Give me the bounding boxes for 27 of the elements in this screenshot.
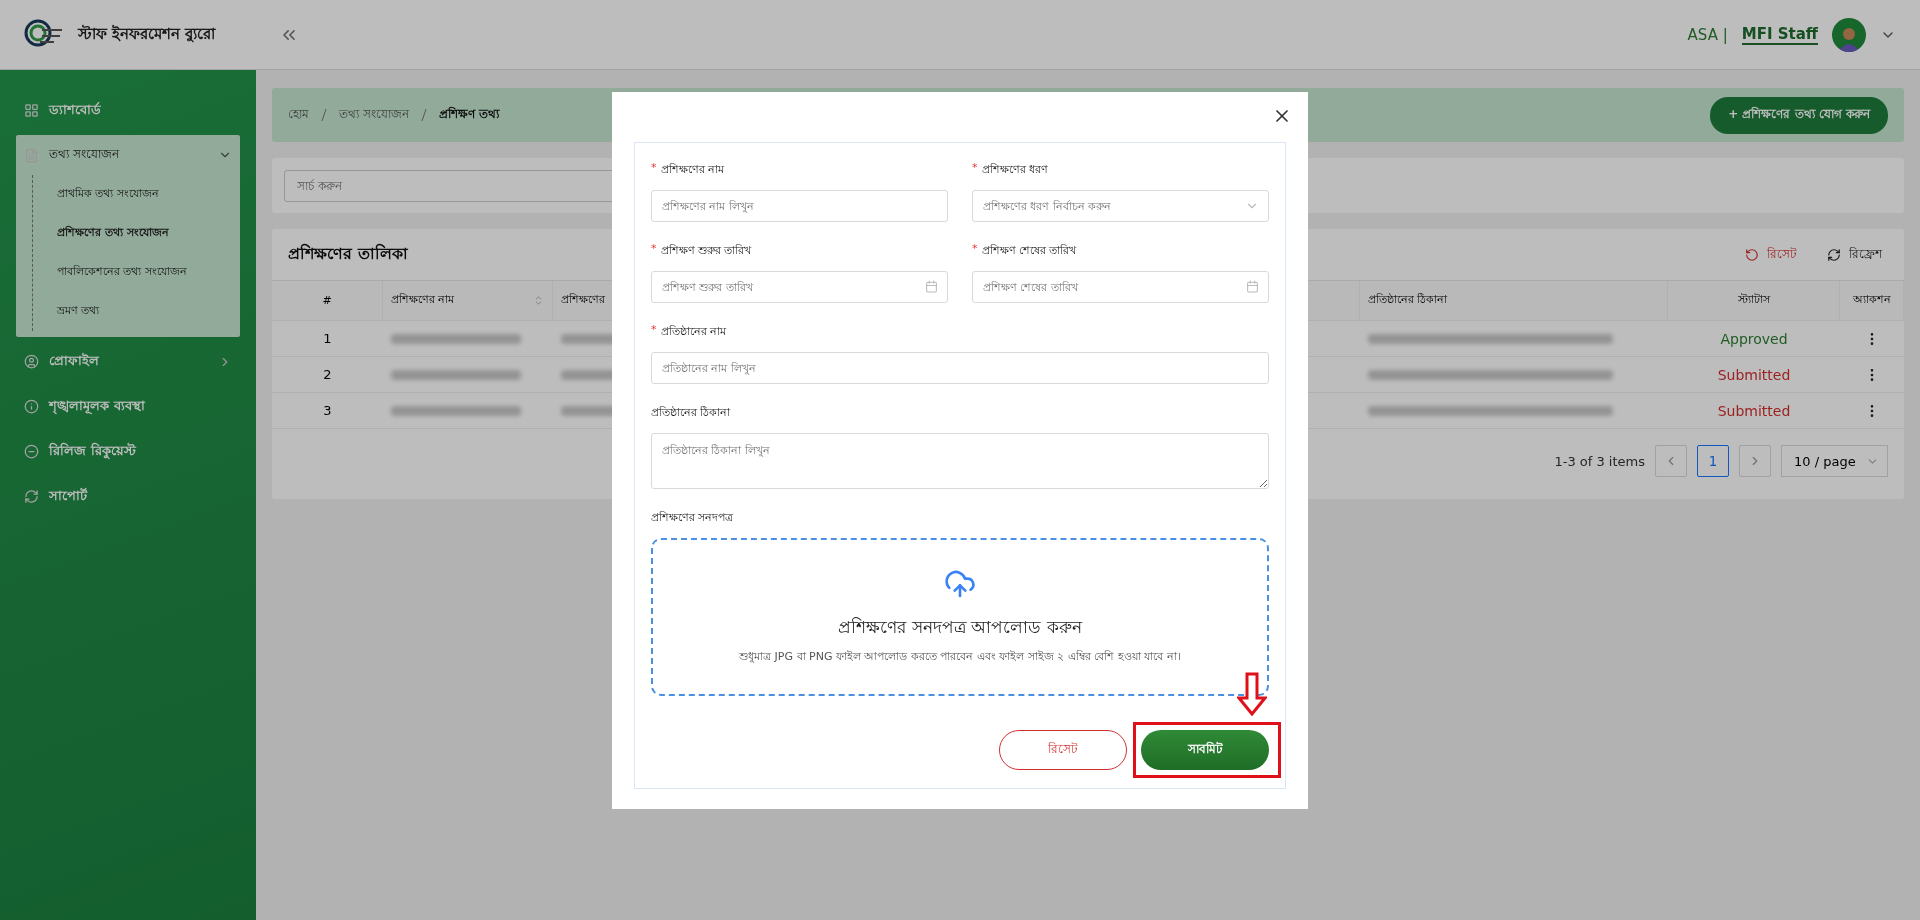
column-header: অ্যাকশন bbox=[1840, 281, 1904, 321]
column-header: প্রতিষ্ঠানের ঠিকানা bbox=[1360, 281, 1668, 321]
table-cell: 3 bbox=[272, 393, 383, 429]
pagination-summary: 1-3 of 3 items bbox=[1554, 453, 1645, 469]
table-title: প্রশিক্ষণের তালিকা bbox=[288, 242, 408, 265]
column-header: স্ট্যাটাস bbox=[1668, 281, 1840, 321]
field-label: * প্রতিষ্ঠানের নাম bbox=[651, 323, 726, 342]
table-cell: 2 bbox=[272, 357, 383, 393]
app-title: স্টাফ ইনফরমেশন ব্যুরো bbox=[78, 24, 216, 45]
field-label: * প্রশিক্ষণ শেষের তারিখ bbox=[972, 242, 1077, 261]
table-cell: 1 bbox=[272, 321, 383, 357]
field-label: প্রতিষ্ঠানের ঠিকানা bbox=[651, 405, 731, 421]
required-mark: * bbox=[972, 242, 978, 257]
field-label: প্রশিক্ষণের সনদপত্র bbox=[651, 510, 734, 526]
status-text: Submitted bbox=[1717, 366, 1791, 383]
upload-title: প্রশিক্ষণের সনদপত্র আপলোড করুন bbox=[838, 615, 1082, 639]
field-label: * প্রশিক্ষণের ধরণ bbox=[972, 161, 1048, 180]
required-mark: * bbox=[972, 161, 978, 176]
column-header: # bbox=[272, 281, 383, 321]
required-mark: * bbox=[651, 242, 657, 257]
field-label: * প্রশিক্ষণ শুরুর তারিখ bbox=[651, 242, 752, 261]
status-text: Approved bbox=[1720, 330, 1788, 347]
column-header: প্রশিক্ষণের নাম bbox=[383, 281, 553, 321]
organization-name: ASA | bbox=[1687, 25, 1728, 44]
required-mark: * bbox=[651, 323, 657, 338]
upload-hint: শুধুমাত্র JPG বা PNG ফাইল আপলোড করতে পারবেন এবং ফাইল সাইজ ২ এম্বির বেশি হওয়া যাবে না। bbox=[739, 648, 1181, 665]
status-text: Submitted bbox=[1717, 402, 1791, 419]
